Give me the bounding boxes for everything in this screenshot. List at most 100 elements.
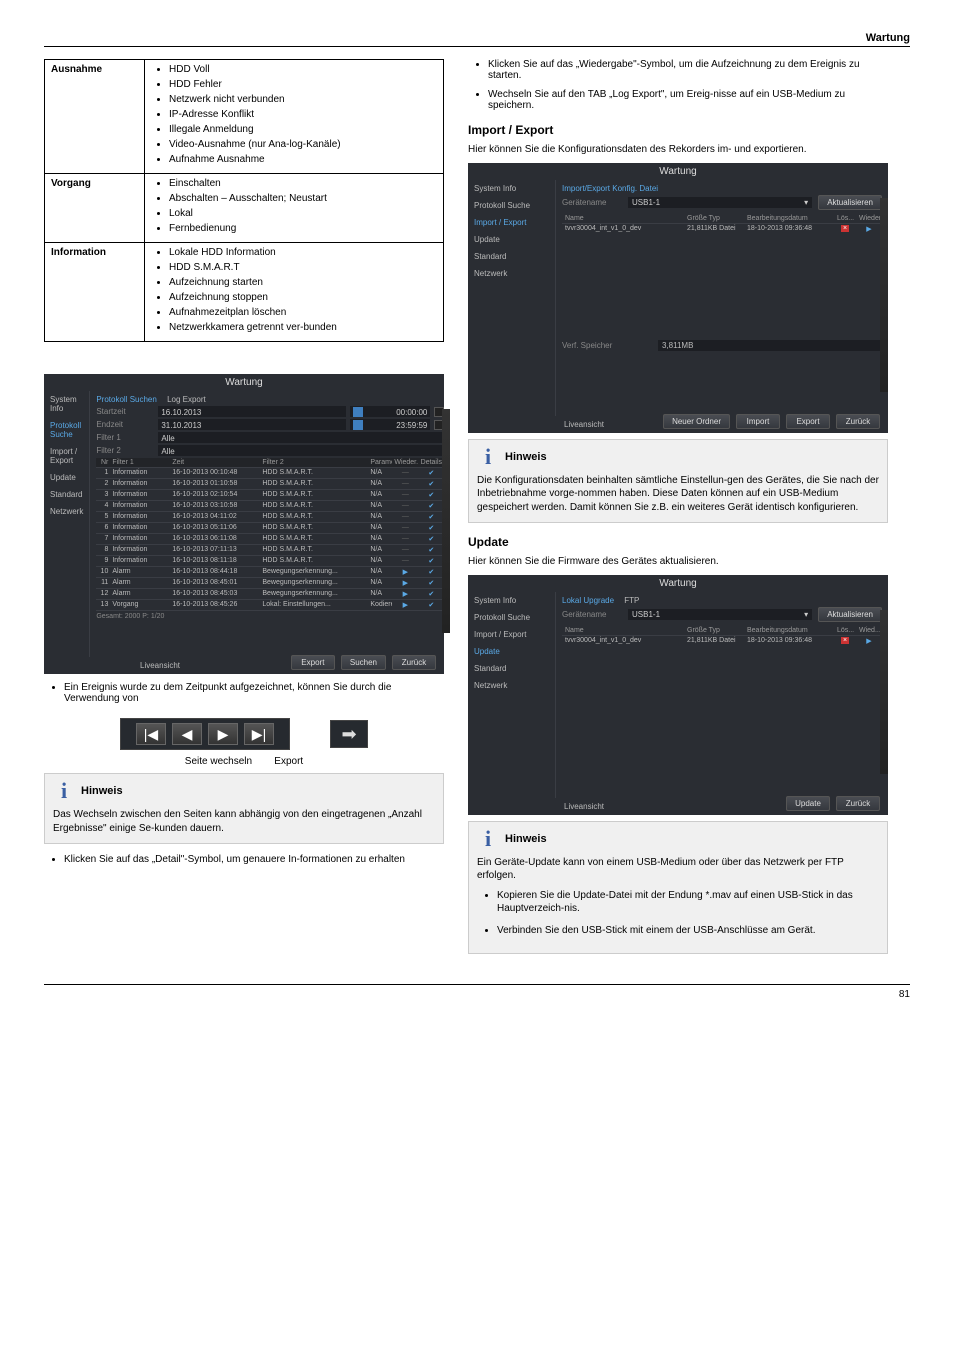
tab-protokoll-suchen[interactable]: Protokoll Suchen <box>96 395 156 404</box>
log-row[interactable]: 12Alarm16-10-2013 08:45:03Bewegungserken… <box>96 589 444 600</box>
sidebar-item-protokoll[interactable]: Protokoll Suche <box>468 197 555 214</box>
detail-icon[interactable]: ✔ <box>418 567 444 577</box>
sidebar-item-standard[interactable]: Standard <box>468 248 555 265</box>
export-button[interactable]: Export <box>291 655 335 670</box>
live-view-button[interactable]: Liveansicht <box>140 661 180 670</box>
scrollbar[interactable] <box>442 409 450 633</box>
live-view-button[interactable]: Liveansicht <box>564 420 604 429</box>
log-row[interactable]: 3Information16-10-2013 02:10:54HDD S.M.A… <box>96 490 444 501</box>
play-icon[interactable]: ▶ <box>392 589 418 599</box>
refresh-button[interactable]: Aktualisieren <box>818 195 882 210</box>
log-row[interactable]: 7Information16-10-2013 06:11:08HDD S.M.A… <box>96 534 444 545</box>
detail-icon[interactable]: ✔ <box>418 578 444 588</box>
detail-icon[interactable]: ✔ <box>418 479 444 489</box>
start-time-input[interactable]: 00:00:00 <box>350 406 430 417</box>
sidebar-item-protokoll[interactable]: Protokoll Suche <box>44 417 89 443</box>
sidebar-item-systeminfo[interactable]: System Info <box>468 592 555 609</box>
play-icon[interactable]: ▶ <box>392 567 418 577</box>
log-row[interactable]: 2Information16-10-2013 01:10:58HDD S.M.A… <box>96 479 444 490</box>
play-icon[interactable]: — <box>392 468 418 478</box>
tab-local-upgrade[interactable]: Lokal Upgrade <box>562 596 614 605</box>
live-view-button[interactable]: Liveansicht <box>564 802 604 811</box>
ev-0-3: IP-Adresse Konflikt <box>169 109 437 120</box>
last-page-button[interactable]: ▶| <box>244 723 274 745</box>
scrollbar[interactable] <box>880 610 888 774</box>
delete-icon[interactable]: × <box>841 637 849 644</box>
log-row[interactable]: 9Information16-10-2013 08:11:18HDD S.M.A… <box>96 556 444 567</box>
file-row[interactable]: tvvr30004_int_v1_0_dev 21,811KB Datei 18… <box>562 224 882 234</box>
export-button[interactable]: Export <box>786 414 830 429</box>
sidebar-item-netzwerk[interactable]: Netzwerk <box>44 503 89 520</box>
detail-icon[interactable]: ✔ <box>418 600 444 610</box>
search-button[interactable]: Suchen <box>341 655 386 670</box>
play-icon[interactable]: — <box>392 545 418 555</box>
play-icon[interactable]: — <box>392 556 418 566</box>
delete-icon[interactable]: × <box>841 225 849 232</box>
sidebar-item-importexport[interactable]: Import / Export <box>44 443 89 469</box>
page-number: 81 <box>899 989 910 1000</box>
update-button[interactable]: Update <box>786 796 830 811</box>
play-icon[interactable]: — <box>392 534 418 544</box>
sidebar-item-standard[interactable]: Standard <box>468 660 555 677</box>
detail-icon[interactable]: ✔ <box>418 556 444 566</box>
device-select[interactable]: USB1-1▾ <box>628 609 812 620</box>
prev-page-button[interactable]: ◀ <box>172 723 202 745</box>
play-icon[interactable]: ▶ <box>392 600 418 610</box>
log-row[interactable]: 11Alarm16-10-2013 08:45:01Bewegungserken… <box>96 578 444 589</box>
detail-icon[interactable]: ✔ <box>418 589 444 599</box>
filter1-select[interactable]: Alle <box>158 432 444 443</box>
back-button[interactable]: Zurück <box>392 655 436 670</box>
detail-icon[interactable]: ✔ <box>418 501 444 511</box>
device-select[interactable]: USB1-1▾ <box>628 197 812 208</box>
sidebar-item-netzwerk[interactable]: Netzwerk <box>468 677 555 694</box>
sidebar-item-netzwerk[interactable]: Netzwerk <box>468 265 555 282</box>
new-folder-button[interactable]: Neuer Ordner <box>663 414 730 429</box>
log-row[interactable]: 8Information16-10-2013 07:11:13HDD S.M.A… <box>96 545 444 556</box>
end-time-input[interactable]: 23:59:59 <box>350 419 430 430</box>
play-icon[interactable]: ▶ <box>866 226 871 233</box>
tab-ftp[interactable]: FTP <box>624 596 639 605</box>
next-page-button[interactable]: ▶ <box>208 723 238 745</box>
back-button[interactable]: Zurück <box>836 796 880 811</box>
detail-icon[interactable]: ✔ <box>418 468 444 478</box>
sidebar-item-update[interactable]: Update <box>44 469 89 486</box>
log-row[interactable]: 6Information16-10-2013 05:11:06HDD S.M.A… <box>96 523 444 534</box>
log-row[interactable]: 13Vorgang16-10-2013 08:45:26Lokal: Einst… <box>96 600 444 611</box>
play-icon[interactable]: ▶ <box>392 578 418 588</box>
log-row[interactable]: 10Alarm16-10-2013 08:44:18Bewegungserken… <box>96 567 444 578</box>
play-icon[interactable]: — <box>392 512 418 522</box>
sidebar-item-update[interactable]: Update <box>468 643 555 660</box>
tab-log-export[interactable]: Log Export <box>167 395 206 404</box>
detail-icon[interactable]: ✔ <box>418 534 444 544</box>
log-row[interactable]: 1Information16-10-2013 00:10:48HDD S.M.A… <box>96 468 444 479</box>
first-page-button[interactable]: |◀ <box>136 723 166 745</box>
sidebar-item-update[interactable]: Update <box>468 231 555 248</box>
import-button[interactable]: Import <box>736 414 780 429</box>
back-button[interactable]: Zurück <box>836 414 880 429</box>
scrollbar[interactable] <box>880 198 888 392</box>
file-row[interactable]: tvvr30004_int_v1_0_dev 21,811KB Datei 18… <box>562 636 882 646</box>
log-row[interactable]: 5Information16-10-2013 04:11:02HDD S.M.A… <box>96 512 444 523</box>
sidebar-item-standard[interactable]: Standard <box>44 486 89 503</box>
play-icon[interactable]: — <box>392 501 418 511</box>
play-icon[interactable]: — <box>392 523 418 533</box>
detail-icon[interactable]: ✔ <box>418 523 444 533</box>
play-icon[interactable]: ▶ <box>866 638 871 645</box>
start-date-input[interactable]: 16.10.2013 <box>158 406 346 417</box>
sidebar-item-protokoll[interactable]: Protokoll Suche <box>468 609 555 626</box>
export-icon-button[interactable]: ➡ <box>330 720 368 748</box>
log-row[interactable]: 4Information16-10-2013 03:10:58HDD S.M.A… <box>96 501 444 512</box>
sidebar-item-importexport[interactable]: Import / Export <box>468 626 555 643</box>
sidebar-item-importexport[interactable]: Import / Export <box>468 214 555 231</box>
play-icon[interactable]: — <box>392 490 418 500</box>
sidebar-item-systeminfo[interactable]: System Info <box>44 391 89 417</box>
detail-icon[interactable]: ✔ <box>418 545 444 555</box>
detail-icon[interactable]: ✔ <box>418 490 444 500</box>
sidebar-item-systeminfo[interactable]: System Info <box>468 180 555 197</box>
filter2-select[interactable]: Alle <box>158 445 444 456</box>
detail-icon[interactable]: ✔ <box>418 512 444 522</box>
refresh-button[interactable]: Aktualisieren <box>818 607 882 622</box>
end-date-input[interactable]: 31.10.2013 <box>158 419 346 430</box>
play-icon[interactable]: — <box>392 479 418 489</box>
tab-config-file[interactable]: Import/Export Konfig. Datei <box>562 184 658 193</box>
